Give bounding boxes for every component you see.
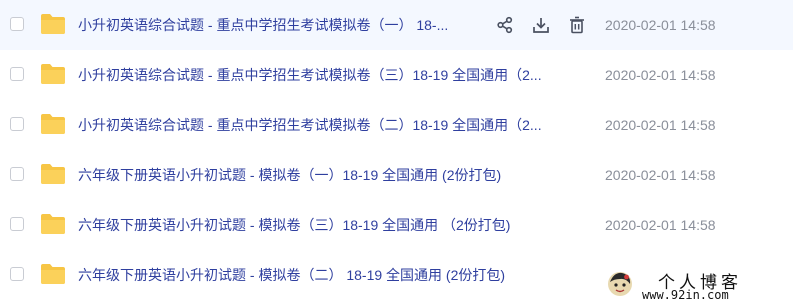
file-name[interactable]: 小升初英语综合试题 - 重点中学招生考试模拟卷（二）18-19 全国通用（2..…: [78, 100, 542, 150]
watermark: 个人博客 www.92in.com: [600, 266, 790, 306]
file-name[interactable]: 小升初英语综合试题 - 重点中学招生考试模拟卷（三）18-19 全国通用（2..…: [78, 50, 542, 100]
row-checkbox[interactable]: [10, 17, 24, 31]
download-icon[interactable]: [530, 14, 552, 36]
file-name[interactable]: 六年级下册英语小升初试题 - 模拟卷（一）18-19 全国通用 (2份打包): [78, 150, 501, 200]
folder-icon: [41, 264, 65, 284]
file-date: 2020-02-01 14:58: [605, 67, 716, 83]
file-date: 2020-02-01 14:58: [605, 167, 716, 183]
avatar-icon: [608, 272, 632, 296]
row-checkbox[interactable]: [10, 117, 24, 131]
file-list: 小升初英语综合试题 - 重点中学招生考试模拟卷（一） 18-... 2020-0…: [0, 0, 793, 308]
file-date: 2020-02-01 14:58: [605, 217, 716, 233]
file-date: 2020-02-01 14:58: [605, 117, 716, 133]
file-row[interactable]: 六年级下册英语小升初试题 - 模拟卷（一）18-19 全国通用 (2份打包) 2…: [0, 150, 793, 200]
row-checkbox[interactable]: [10, 67, 24, 81]
file-row[interactable]: 六年级下册英语小升初试题 - 模拟卷（三）18-19 全国通用 （2份打包) 2…: [0, 200, 793, 250]
row-actions: [494, 14, 588, 36]
row-checkbox[interactable]: [10, 267, 24, 281]
folder-icon: [41, 14, 65, 34]
folder-icon: [41, 64, 65, 84]
file-name[interactable]: 六年级下册英语小升初试题 - 模拟卷（二） 18-19 全国通用 (2份打包): [78, 250, 505, 300]
file-name[interactable]: 六年级下册英语小升初试题 - 模拟卷（三）18-19 全国通用 （2份打包): [78, 200, 510, 250]
row-checkbox[interactable]: [10, 217, 24, 231]
folder-icon: [41, 214, 65, 234]
folder-icon: [41, 114, 65, 134]
watermark-url: www.92in.com: [642, 288, 729, 302]
file-name[interactable]: 小升初英语综合试题 - 重点中学招生考试模拟卷（一） 18-...: [78, 0, 448, 50]
file-row[interactable]: 小升初英语综合试题 - 重点中学招生考试模拟卷（二）18-19 全国通用（2..…: [0, 100, 793, 150]
delete-icon[interactable]: [566, 14, 588, 36]
folder-icon: [41, 164, 65, 184]
file-row[interactable]: 小升初英语综合试题 - 重点中学招生考试模拟卷（三）18-19 全国通用（2..…: [0, 50, 793, 100]
file-date: 2020-02-01 14:58: [605, 17, 716, 33]
share-icon[interactable]: [494, 14, 516, 36]
file-row[interactable]: 小升初英语综合试题 - 重点中学招生考试模拟卷（一） 18-... 2020-0…: [0, 0, 793, 50]
row-checkbox[interactable]: [10, 167, 24, 181]
